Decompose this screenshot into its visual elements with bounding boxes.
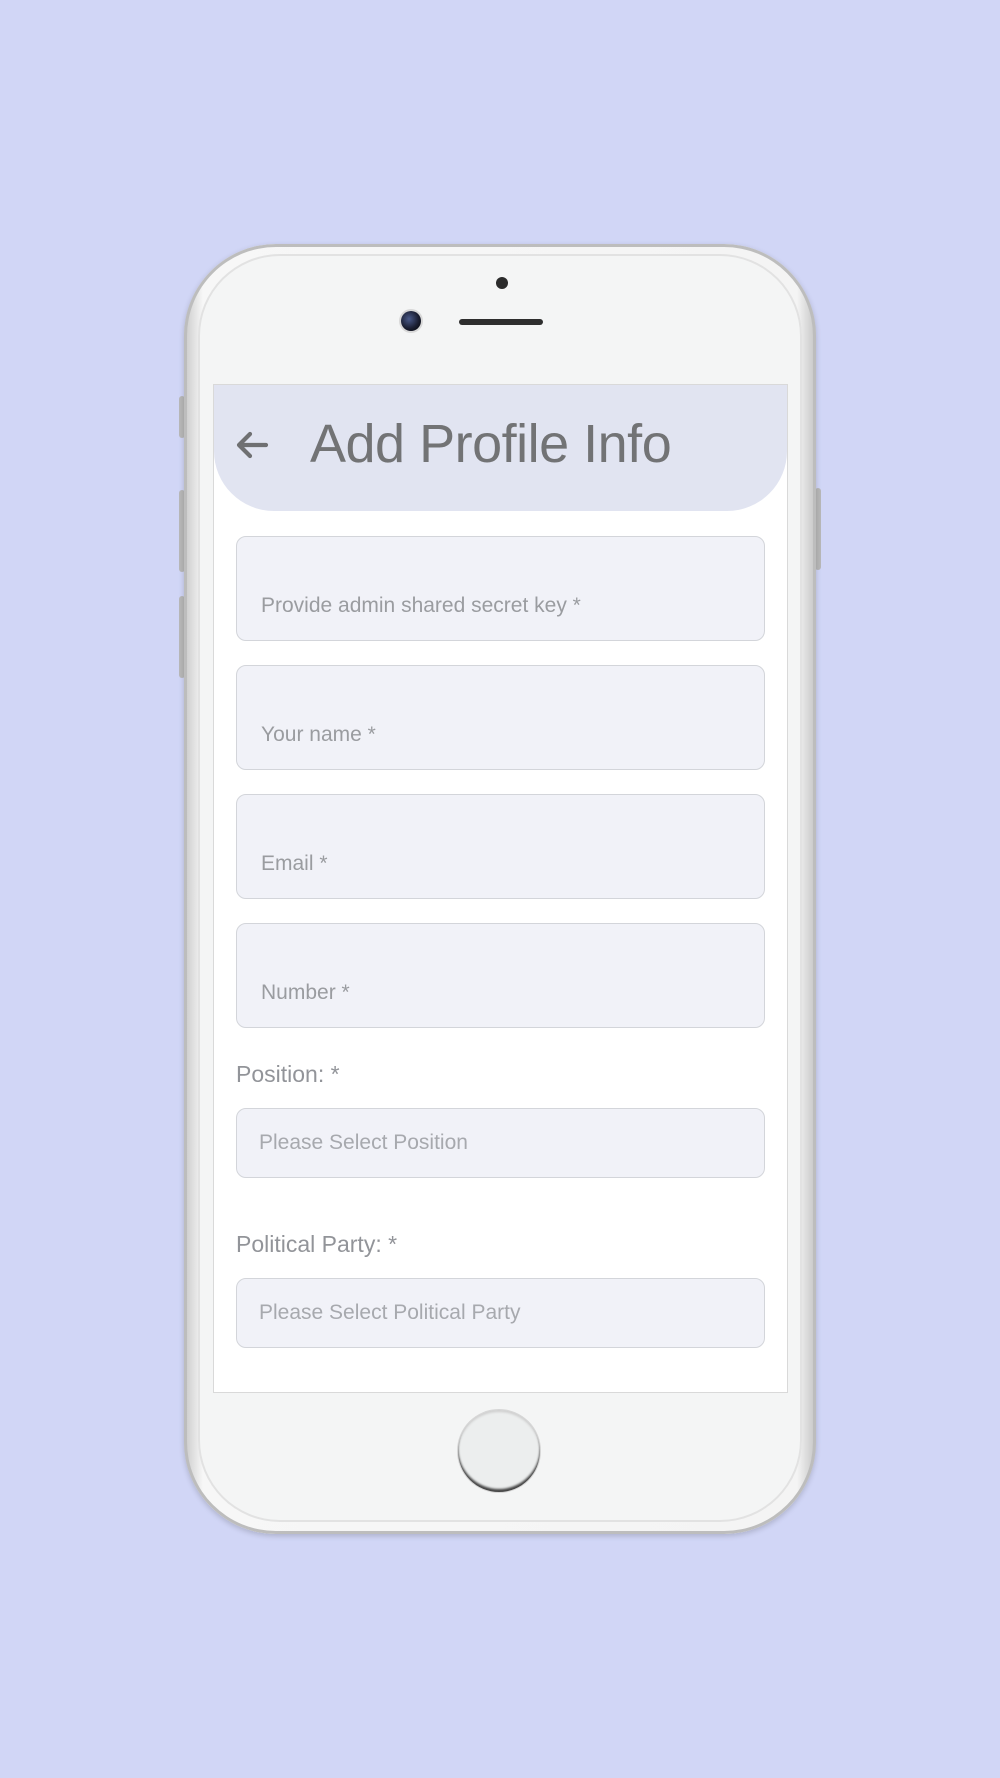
secret-key-input[interactable] — [237, 537, 764, 640]
political-party-select[interactable]: Please Select Political Party — [236, 1278, 765, 1348]
proximity-sensor — [496, 277, 508, 289]
app-screen: Add Profile Info Position: * Please Sele… — [213, 384, 788, 1393]
front-camera — [401, 311, 421, 331]
position-select-placeholder: Please Select Position — [259, 1131, 468, 1154]
earpiece-speaker — [459, 319, 543, 325]
political-party-label: Political Party: * — [236, 1231, 398, 1257]
name-field[interactable] — [236, 665, 765, 770]
political-party-select-placeholder: Please Select Political Party — [259, 1301, 521, 1324]
position-select[interactable]: Please Select Position — [236, 1108, 765, 1178]
email-input[interactable] — [237, 795, 764, 898]
name-input[interactable] — [237, 666, 764, 769]
position-label: Position: * — [236, 1061, 340, 1087]
page-title: Add Profile Info — [310, 414, 672, 474]
number-field[interactable] — [236, 923, 765, 1028]
arrow-left-icon[interactable] — [232, 425, 272, 465]
email-field[interactable] — [236, 794, 765, 899]
app-header: Add Profile Info — [214, 385, 787, 511]
number-input[interactable] — [237, 924, 764, 1027]
secret-key-field[interactable] — [236, 536, 765, 641]
home-button[interactable] — [458, 1410, 540, 1492]
